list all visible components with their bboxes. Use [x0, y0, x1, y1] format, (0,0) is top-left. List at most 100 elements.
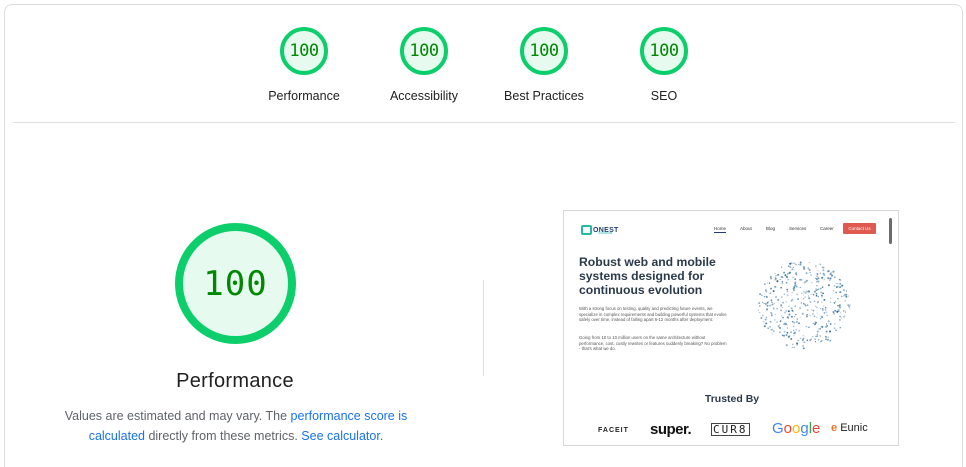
desc-text: . [379, 429, 384, 443]
globe-particle [799, 278, 802, 281]
globe-particle [816, 333, 818, 335]
globe-particle [793, 329, 795, 332]
globe-particle [765, 316, 768, 319]
globe-particle [793, 262, 795, 265]
globe-particle [779, 320, 782, 322]
globe-particle [764, 288, 767, 292]
globe-particle [817, 338, 820, 341]
globe-particle [782, 301, 785, 304]
globe-particle [770, 314, 773, 317]
google-letter: g [800, 420, 809, 437]
gauge-score: 100 [409, 41, 439, 61]
globe-particle [830, 297, 832, 299]
globe-particle [807, 267, 809, 269]
globe-particle [774, 285, 776, 288]
globe-particle [832, 290, 834, 292]
globe-particle [835, 329, 837, 332]
gauge-ring: 100 [280, 27, 328, 75]
globe-particle [774, 272, 776, 274]
globe-particle [816, 275, 819, 278]
gauge-label: SEO [650, 89, 678, 103]
globe-particle [764, 283, 766, 285]
google-letter: e [812, 420, 821, 437]
see-calculator-link[interactable]: See calculator [301, 429, 380, 443]
globe-particle [786, 331, 789, 334]
globe-particle [783, 271, 786, 274]
globe-particle [815, 266, 817, 268]
desc-text: Values are estimated and may vary. The [64, 409, 291, 423]
globe-particle [813, 300, 816, 302]
globe-particle [772, 307, 775, 310]
globe-particle [769, 293, 771, 295]
globe-particle [791, 276, 795, 279]
logo-h-icon [581, 225, 592, 235]
globe-particle [771, 313, 773, 315]
globe-particle [774, 279, 776, 281]
globe-particle [828, 270, 830, 272]
gauge-performance[interactable]: 100 Performance [249, 27, 359, 113]
globe-particle [796, 318, 798, 320]
globe-particle [821, 325, 824, 328]
globe-particle [785, 275, 789, 279]
globe-particle [802, 265, 805, 269]
globe-particle [778, 326, 780, 328]
globe-particle [819, 318, 822, 320]
globe-particle [808, 268, 811, 271]
globe-particle [781, 334, 784, 337]
globe-particle [822, 269, 825, 272]
globe-particle [794, 278, 797, 280]
gauge-label: Best Practices [504, 89, 584, 103]
globe-particle [809, 339, 812, 342]
globe-particle [829, 273, 832, 275]
globe-particle [777, 273, 780, 276]
globe-particle [797, 287, 799, 289]
globe-particle [760, 317, 763, 319]
globe-particle [791, 291, 793, 294]
globe-particle [787, 278, 789, 281]
globe-particle [823, 278, 825, 280]
gauge-best-practices[interactable]: 100 Best Practices [489, 27, 599, 113]
globe-particle [834, 301, 837, 303]
globe-particle [795, 272, 797, 274]
brand-google-logo: Google [772, 420, 820, 437]
globe-particle [781, 296, 783, 298]
globe-particle [791, 320, 794, 323]
brand-eunic-logo: e Eunic [831, 422, 868, 434]
globe-particle [814, 277, 816, 280]
globe-particle [822, 309, 824, 312]
globe-particle [838, 310, 840, 312]
brand-cur8-logo: CUR8 [711, 423, 750, 436]
globe-particle [797, 298, 799, 300]
category-gauges: 100 Performance 100 Accessibility 100 Be… [0, 0, 966, 122]
gauge-accessibility[interactable]: 100 Accessibility [369, 27, 479, 113]
globe-particle [785, 300, 787, 303]
globe-particle [836, 297, 839, 300]
globe-particle [780, 309, 783, 312]
globe-particle [779, 331, 781, 333]
globe-particle [822, 272, 825, 275]
globe-particle [809, 300, 812, 303]
globe-particle [793, 335, 795, 337]
globe-particle [765, 308, 769, 311]
final-screenshot[interactable]: ONEST Solutions Home About Blog Services… [563, 210, 899, 446]
gauge-seo[interactable]: 100 SEO [609, 27, 719, 113]
globe-particle [796, 274, 798, 276]
globe-particle [792, 266, 794, 269]
globe-particle [839, 327, 841, 329]
globe-particle [816, 280, 819, 282]
gauge-ring: 100 [520, 27, 568, 75]
globe-particle [763, 296, 766, 298]
globe-particle [825, 336, 827, 338]
globe-particle [788, 305, 790, 307]
globe-particle [810, 281, 813, 284]
globe-particle [816, 306, 818, 308]
globe-particle [822, 266, 825, 269]
globe-particle [785, 334, 788, 337]
gauge-score: 100 [649, 41, 679, 61]
globe-particle [835, 291, 838, 294]
globe-particle [829, 339, 832, 342]
globe-particle [785, 323, 787, 326]
section-divider [13, 122, 955, 123]
globe-particle [770, 312, 772, 314]
globe-particle [805, 325, 808, 328]
